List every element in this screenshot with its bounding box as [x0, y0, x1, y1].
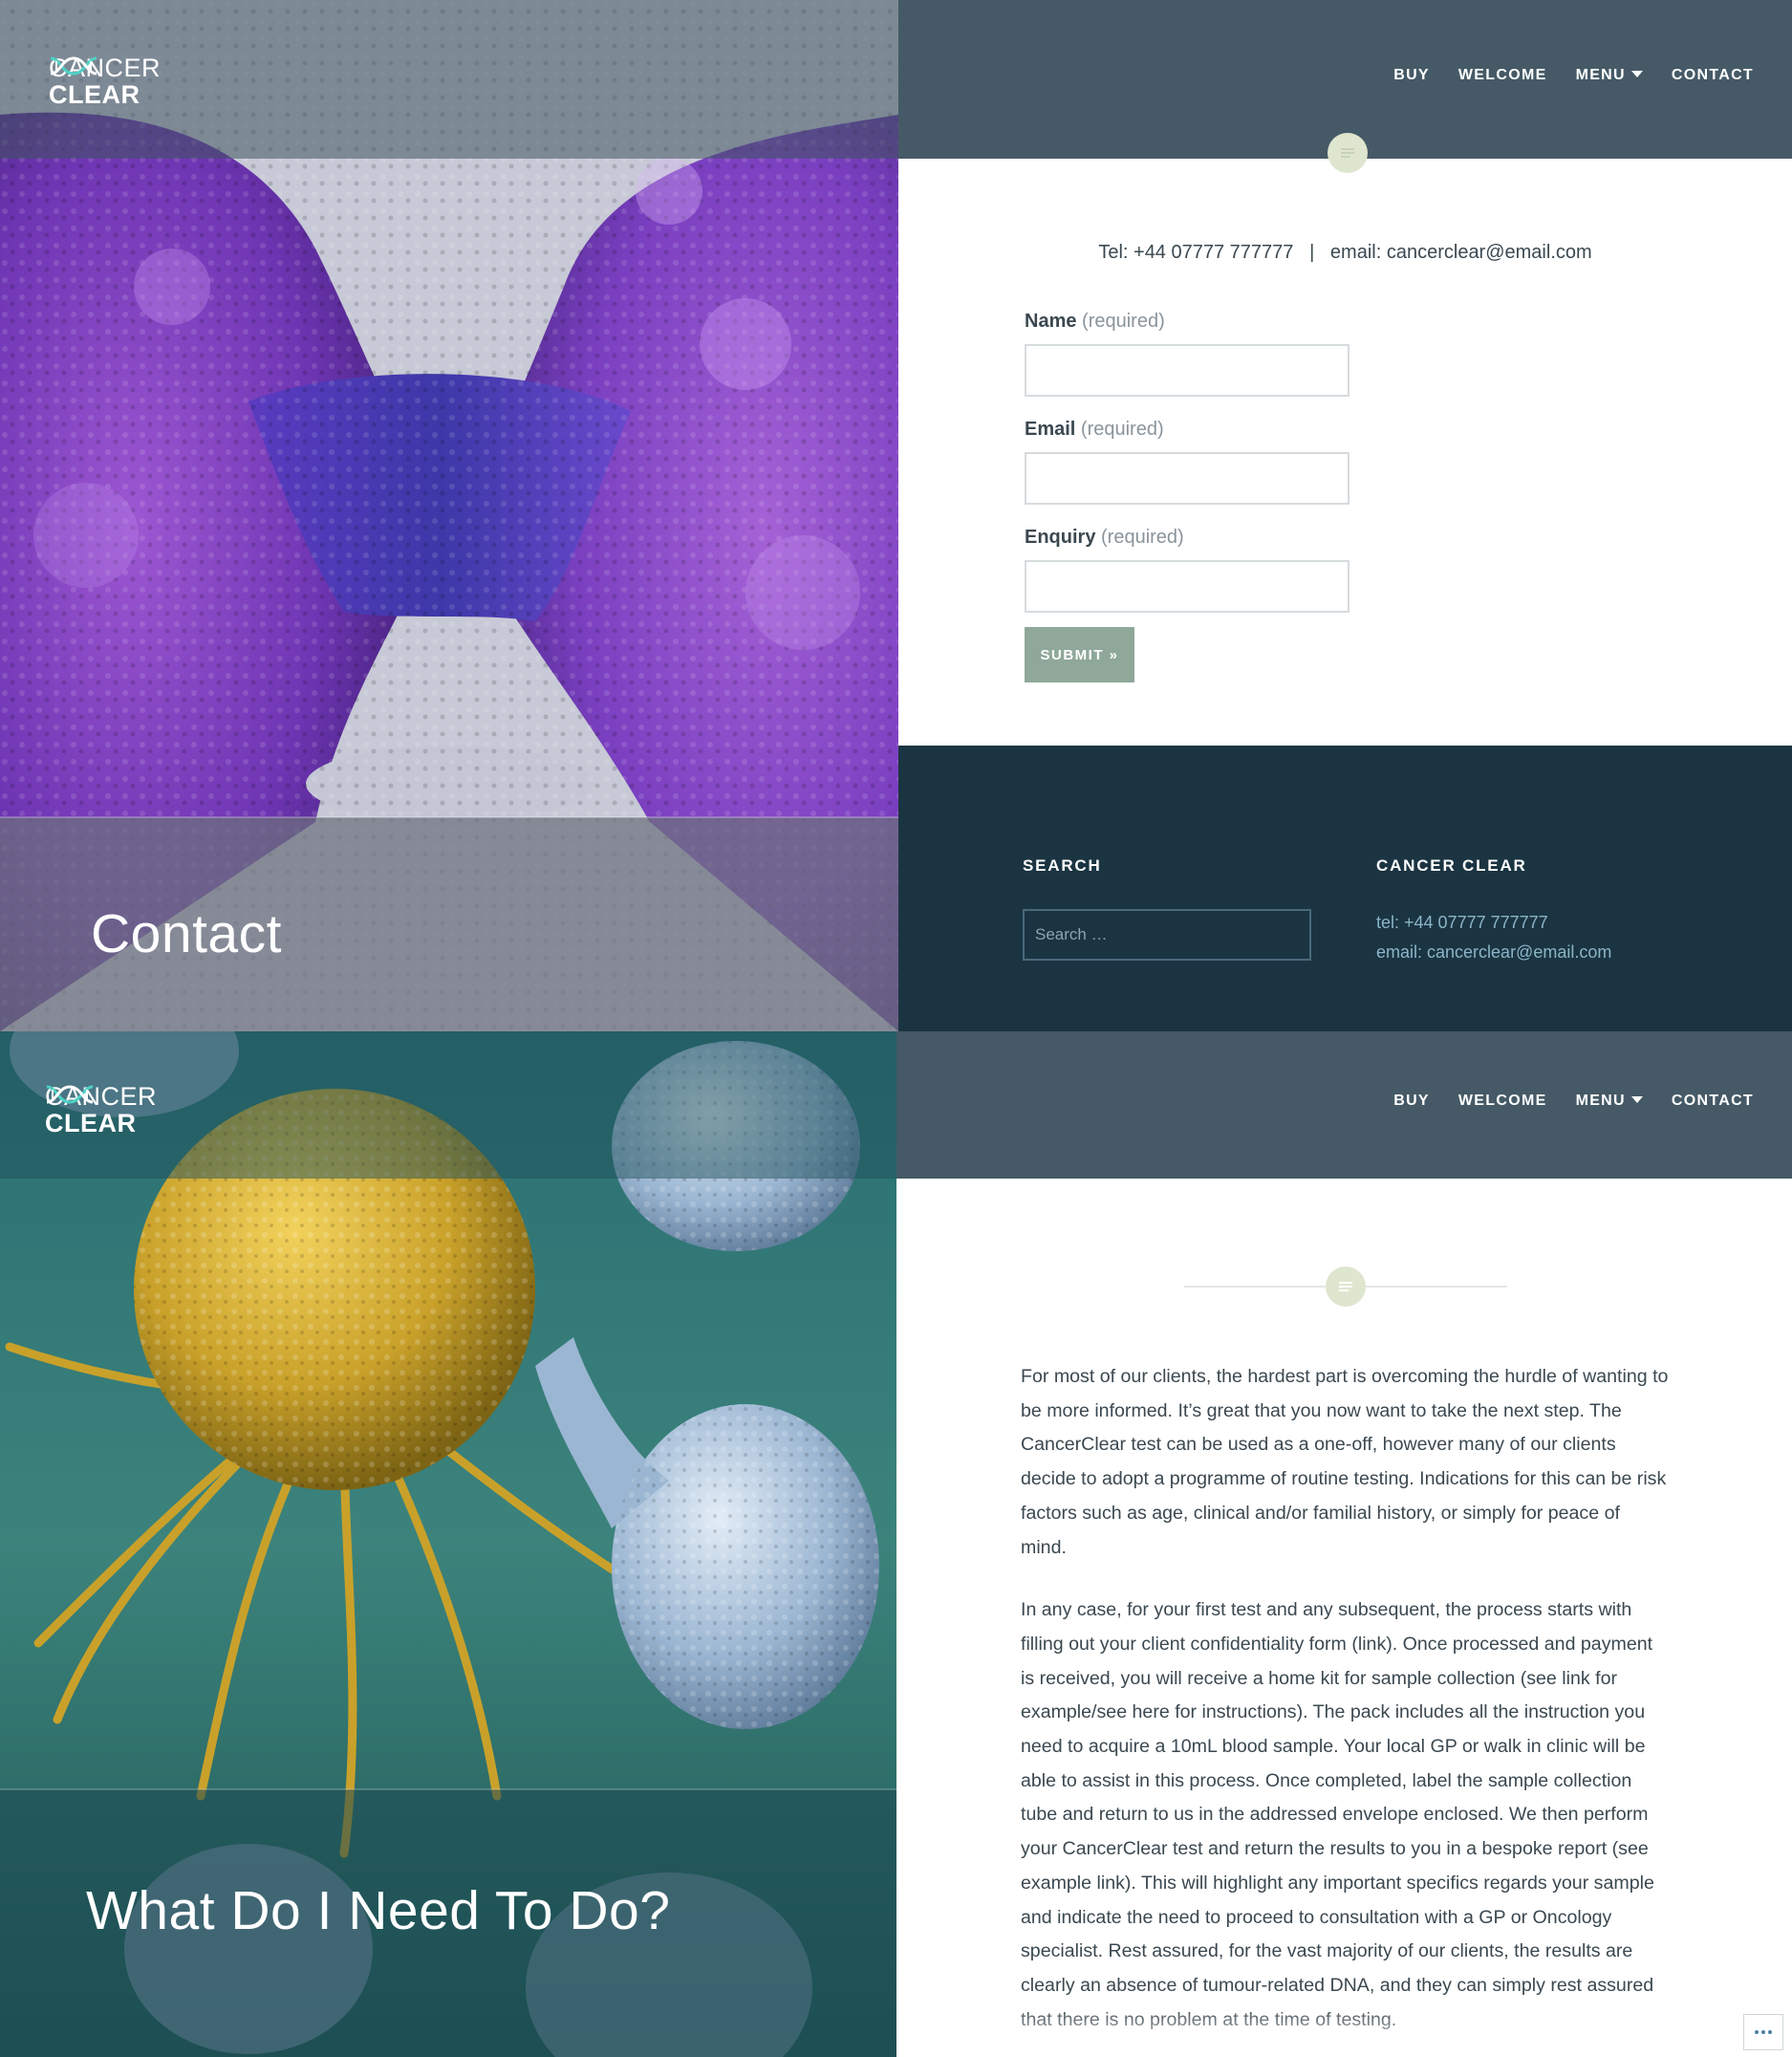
more-options-button[interactable] — [1743, 2014, 1783, 2050]
nav-menu-label: MENU — [1575, 67, 1626, 83]
site-header-left: CANCER CLEAR — [0, 1031, 898, 1179]
contact-page-screenshot: CANCER CLEAR Contact BUY WELCOME MENU CO… — [0, 0, 1792, 1031]
page-format-icon — [1328, 133, 1368, 173]
nav-contact[interactable]: CONTACT — [1672, 1093, 1754, 1110]
nav-buy-label: BUY — [1393, 1093, 1430, 1109]
name-field[interactable] — [1025, 344, 1349, 397]
logo-text-clear: CLEAR — [45, 1109, 137, 1137]
nav-buy[interactable]: BUY — [1393, 1093, 1430, 1110]
page-format-icon — [1326, 1267, 1366, 1307]
page-title: Contact — [91, 903, 282, 964]
search-placeholder: Search … — [1035, 925, 1108, 943]
name-label: Name (required) — [1025, 311, 1165, 333]
contact-info-line: Tel: +44 07777 777777 | email: cancercle… — [1098, 242, 1592, 263]
main-nav: BUY WELCOME MENU CONTACT — [1393, 67, 1754, 84]
article-content-column: BUY WELCOME MENU CONTACT For most of our… — [896, 1031, 1792, 2057]
dna-helix-icon — [50, 56, 97, 76]
footer-search-input[interactable]: Search … — [1023, 909, 1311, 961]
logo-text-clear: CLEAR — [49, 80, 140, 109]
enquiry-field[interactable] — [1025, 560, 1349, 613]
nav-menu-dropdown[interactable]: MENU — [1576, 1093, 1643, 1110]
nav-menu-label: MENU — [1575, 1093, 1626, 1109]
dna-helix-icon — [46, 1085, 94, 1104]
dot-icon — [1755, 2030, 1759, 2034]
nav-welcome-label: WELCOME — [1457, 1093, 1547, 1109]
required-indicator: (required) — [1082, 311, 1165, 332]
nav-welcome[interactable]: WELCOME — [1458, 1093, 1547, 1110]
footer-email-link[interactable]: email: cancerclear@email.com — [1376, 942, 1611, 963]
article-page-screenshot: CANCER CLEAR What Do I Need To Do? BUY W… — [0, 1031, 1792, 2057]
email-label: Email (required) — [1025, 419, 1164, 441]
nav-menu-dropdown[interactable]: MENU — [1576, 67, 1643, 84]
article-body: For most of our clients, the hardest par… — [1021, 1360, 1671, 2057]
dot-icon — [1768, 2030, 1772, 2034]
footer-brand-heading: CANCER CLEAR — [1376, 856, 1527, 875]
required-indicator: (required) — [1080, 419, 1164, 440]
site-logo[interactable]: CANCER CLEAR — [45, 1084, 157, 1137]
nav-welcome[interactable]: WELCOME — [1458, 67, 1547, 84]
article-paragraph: For most of our clients, the hardest par… — [1021, 1366, 1669, 1558]
nav-contact-label: CONTACT — [1671, 1093, 1754, 1109]
required-indicator: (required) — [1101, 527, 1184, 548]
site-footer — [898, 746, 1792, 1031]
nav-buy-label: BUY — [1393, 67, 1430, 83]
email-label-text: Email — [1025, 419, 1076, 440]
site-logo[interactable]: CANCER CLEAR — [49, 55, 161, 108]
site-header-left: CANCER CLEAR — [0, 0, 898, 159]
scroll-fade — [896, 2006, 1792, 2057]
contact-hero: CANCER CLEAR Contact — [0, 0, 898, 1031]
nav-welcome-label: WELCOME — [1457, 67, 1547, 83]
nav-buy[interactable]: BUY — [1393, 67, 1430, 84]
dot-icon — [1761, 2030, 1765, 2034]
article-paragraph: In any case, for your first test and any… — [1021, 1599, 1654, 2029]
submit-button[interactable]: SUBMIT » — [1025, 627, 1134, 682]
footer-tel-link[interactable]: tel: +44 07777 777777 — [1376, 913, 1548, 933]
nav-contact-label: CONTACT — [1671, 67, 1754, 83]
main-nav: BUY WELCOME MENU CONTACT — [1393, 1093, 1754, 1110]
enquiry-label: Enquiry (required) — [1025, 527, 1184, 549]
contact-content-column: BUY WELCOME MENU CONTACT Tel: +44 07777 … — [898, 0, 1792, 1031]
article-hero: CANCER CLEAR What Do I Need To Do? — [0, 1031, 898, 2057]
footer-search-heading: SEARCH — [1023, 856, 1102, 875]
caret-down-icon — [1630, 1096, 1643, 1103]
caret-down-icon — [1630, 71, 1643, 77]
enquiry-label-text: Enquiry — [1025, 527, 1096, 548]
nav-contact[interactable]: CONTACT — [1672, 67, 1754, 84]
page-title: What Do I Need To Do? — [86, 1880, 671, 1941]
site-header-right: BUY WELCOME MENU CONTACT — [896, 1031, 1792, 1179]
email-field[interactable] — [1025, 452, 1349, 505]
name-label-text: Name — [1025, 311, 1077, 332]
